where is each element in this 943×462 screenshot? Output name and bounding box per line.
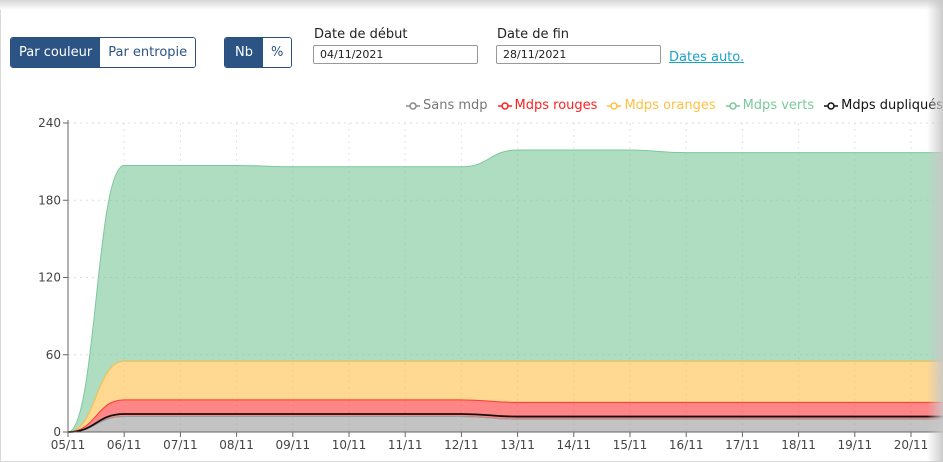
stacked-area-chart: 0 60 120 180 240 05/11 06/11 07/11 08/11 09/11 10/… [38, 116, 943, 452]
x-tick-label: 20/11 [894, 438, 929, 452]
x-tick-label: 08/11 [219, 438, 254, 452]
x-tick-label: 18/11 [781, 438, 816, 452]
x-tick-label: 14/11 [557, 438, 592, 452]
y-tick-label: 120 [38, 271, 61, 285]
x-tick-label: 05/11 [51, 438, 86, 452]
right-edge-shadow [927, 0, 943, 462]
x-tick-label: 11/11 [388, 438, 423, 452]
x-tick-label: 09/11 [276, 438, 311, 452]
x-tick-label: 06/11 [107, 438, 142, 452]
y-tick-label: 240 [38, 116, 61, 130]
x-tick-label: 12/11 [444, 438, 479, 452]
y-tick-label: 180 [38, 193, 61, 207]
x-tick-label: 07/11 [163, 438, 198, 452]
x-tick-label: 15/11 [613, 438, 648, 452]
x-tick-label: 16/11 [669, 438, 704, 452]
x-tick-label: 19/11 [838, 438, 873, 452]
x-tick-label: 13/11 [500, 438, 535, 452]
area-sans-mdp [67, 416, 943, 433]
y-tick-label: 60 [46, 348, 61, 362]
x-tick-label: 10/11 [332, 438, 367, 452]
x-tick-label: 17/11 [725, 438, 760, 452]
y-tick-label: 0 [53, 425, 61, 439]
